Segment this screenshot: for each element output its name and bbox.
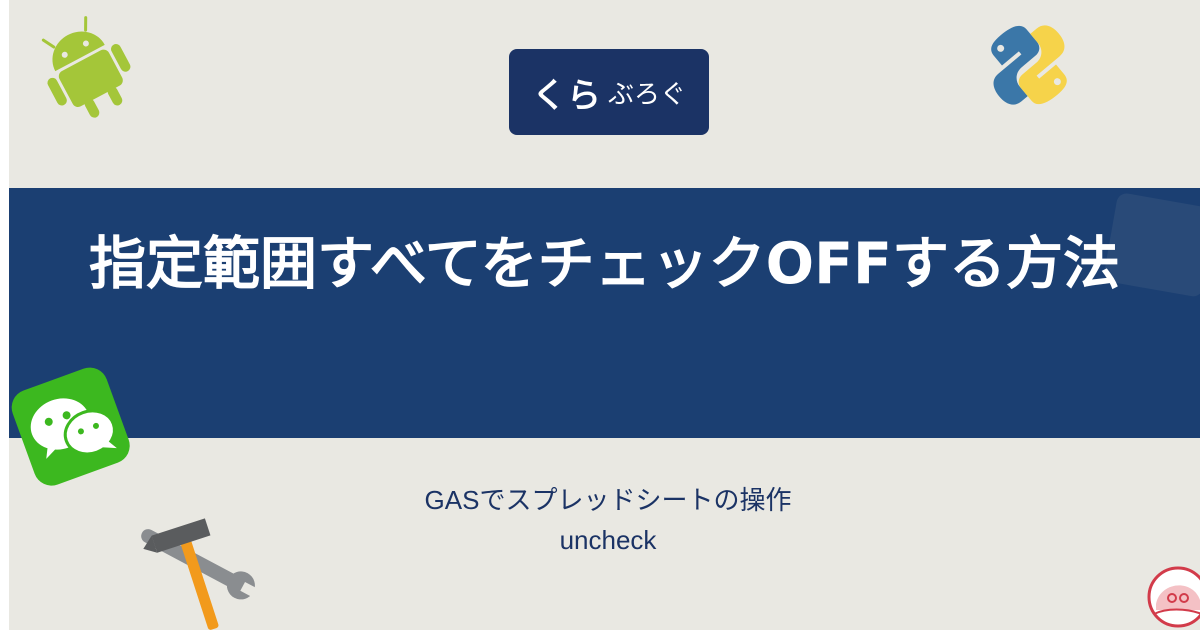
avatar-icon bbox=[1147, 566, 1200, 628]
left-edge-strip bbox=[0, 0, 9, 630]
subtitle-line-1: GASでスプレッドシートの操作 bbox=[424, 485, 792, 515]
tools-icon bbox=[141, 518, 258, 630]
logo-sub-text: ぶろぐ bbox=[607, 79, 686, 110]
thumbnail-canvas: くら ぶろぐ 指定範囲すべてをチェックOFFする方法 GASでスプレッドシートの… bbox=[0, 0, 1200, 630]
subtitle-line-2: uncheck bbox=[559, 525, 657, 555]
logo-main-text: くら bbox=[531, 75, 602, 116]
wechat-icon bbox=[11, 367, 130, 486]
android-icon bbox=[41, 16, 131, 118]
python-icon bbox=[991, 25, 1067, 105]
site-logo[interactable]: くら ぶろぐ bbox=[509, 49, 709, 135]
subtitle-block: GASでスプレッドシートの操作 uncheck bbox=[360, 480, 856, 586]
page-title: 指定範囲すべてをチェックOFFする方法 bbox=[89, 231, 1120, 297]
